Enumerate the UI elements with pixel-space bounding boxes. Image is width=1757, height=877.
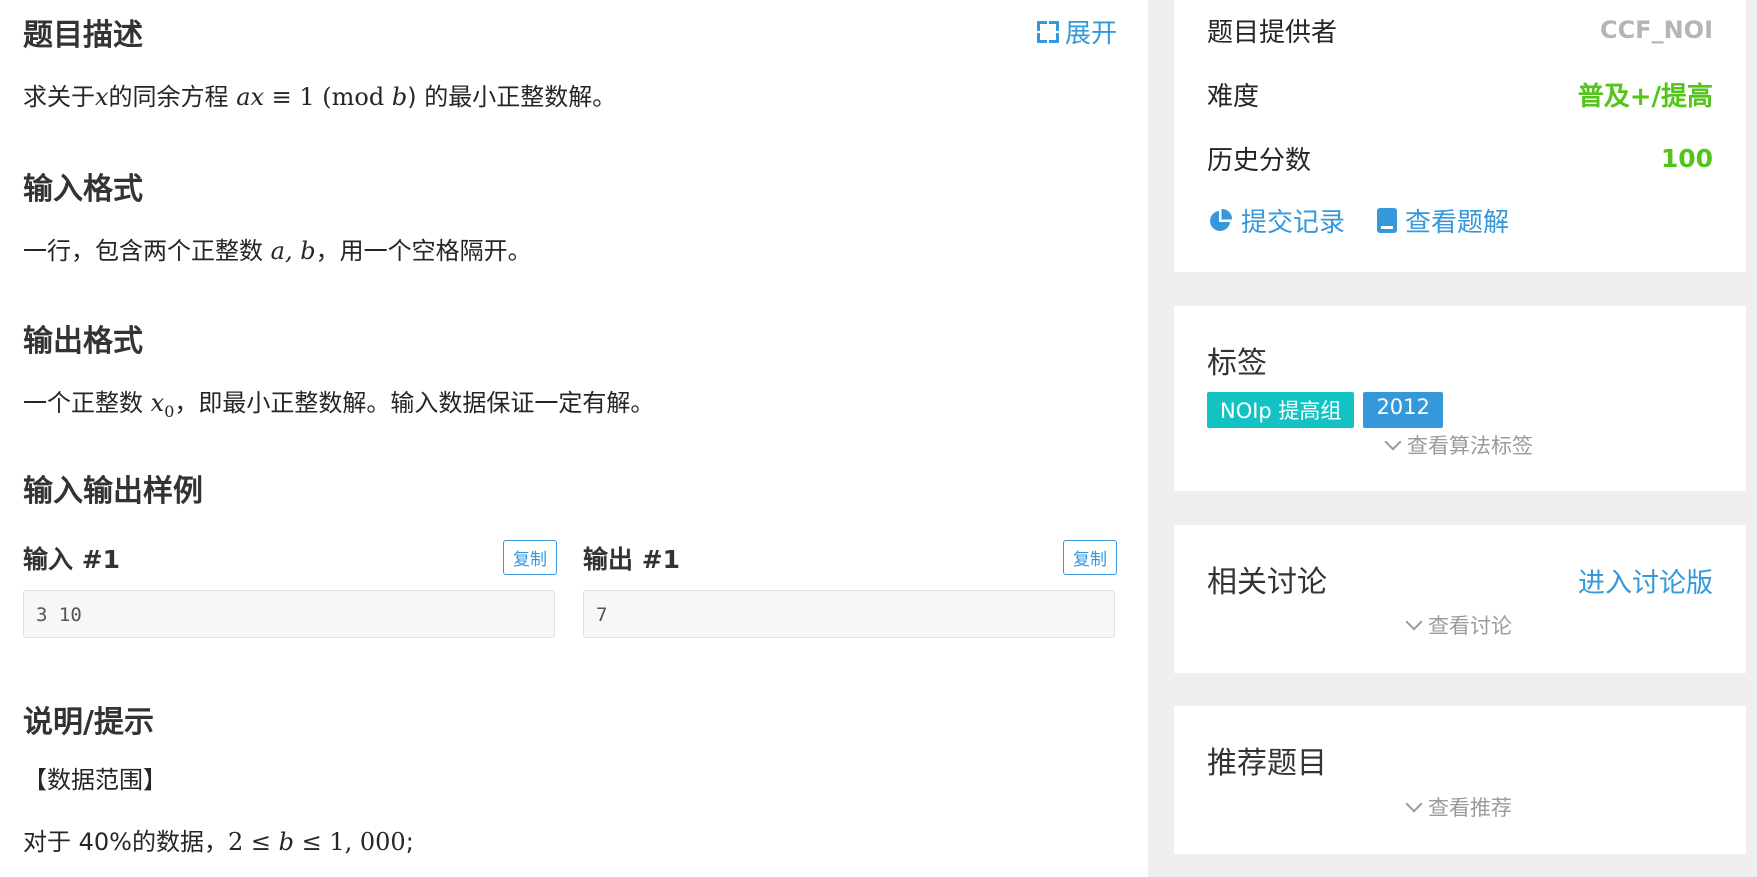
difficulty-value: 普及+/提高 <box>1577 81 1713 112</box>
discussion-card: 相关讨论 进入讨论版 查看讨论 <box>1174 525 1746 673</box>
hint-range: 【数据范围】 <box>23 766 167 794</box>
description-text-part: 求关于 <box>23 83 95 111</box>
samples-heading: 输入输出样例 <box>23 474 203 509</box>
output-format-text: 一个正整数 x0，即最小正整数解。输入数据保证一定有解。 <box>23 383 654 421</box>
hint-text-part: 对于 40%的数据， <box>23 828 228 856</box>
copy-input-button[interactable]: 复制 <box>503 540 557 575</box>
submissions-link-label: 提交记录 <box>1241 208 1346 238</box>
tag-noip[interactable]: NOIp 提高组 <box>1207 392 1355 428</box>
math-subscript: 0 <box>164 401 175 421</box>
math-expr: ≤ 1, 000 <box>294 828 406 856</box>
math-expr: ax <box>236 83 265 111</box>
hint-text-part: ; <box>405 828 414 856</box>
output-text-part: ，即最小正整数解。输入数据保证一定有解。 <box>174 389 655 417</box>
tags-title: 标签 <box>1207 346 1267 381</box>
tag-year[interactable]: 2012 <box>1363 392 1443 428</box>
book-icon <box>1377 208 1398 233</box>
math-var: x <box>150 389 165 417</box>
problem-info-card: 题目提供者 CCF_NOI 难度 普及+/提高 历史分数 100 提交记录 查看… <box>1174 0 1746 272</box>
info-links: 提交记录 查看题解 <box>1207 202 1509 239</box>
discussion-title: 相关讨论 <box>1207 565 1327 600</box>
description-heading: 题目描述 <box>23 18 143 53</box>
chevron-down-icon <box>1384 433 1402 451</box>
hint-line: 对于 40%的数据，2 ≤ b ≤ 1, 000; <box>23 822 414 857</box>
solutions-link-label: 查看题解 <box>1405 208 1510 238</box>
provider-label: 题目提供者 <box>1207 17 1338 48</box>
view-recommend[interactable]: 查看推荐 <box>1174 792 1746 822</box>
sample-input-box[interactable]: 3 10 <box>23 590 555 638</box>
input-format-text: 一行，包含两个正整数 a, b，用一个空格隔开。 <box>23 231 532 266</box>
sample-output-box[interactable]: 7 <box>583 590 1115 638</box>
view-recommend-label: 查看推荐 <box>1428 796 1512 820</box>
score-row: 历史分数 100 <box>1207 140 1713 176</box>
math-expr: ≡ 1 (mod <box>264 83 392 111</box>
math-var: a, b <box>270 237 316 265</box>
input-text-part: ，用一个空格隔开。 <box>315 237 532 265</box>
pie-chart-icon <box>1210 208 1233 231</box>
expand-button[interactable]: 展开 <box>1036 13 1117 50</box>
math-var: b <box>391 83 408 111</box>
tags-card: 标签 NOIp 提高组 2012 查看算法标签 <box>1174 306 1746 491</box>
view-discussion[interactable]: 查看讨论 <box>1174 610 1746 640</box>
view-algorithm-tags-label: 查看算法标签 <box>1407 434 1533 458</box>
description-text-part: ) 的最小正整数解。 <box>407 83 617 111</box>
output-text-part: 一个正整数 <box>23 389 151 417</box>
provider-value[interactable]: CCF_NOI <box>1600 16 1713 44</box>
input-format-heading: 输入格式 <box>23 172 143 207</box>
difficulty-row: 难度 普及+/提高 <box>1207 76 1713 112</box>
sample-output: 输出 #1 复制 7 <box>583 540 1117 638</box>
tag-list: NOIp 提高组 2012 <box>1207 392 1443 428</box>
view-discussion-label: 查看讨论 <box>1428 614 1512 638</box>
recommend-card: 推荐题目 查看推荐 <box>1174 706 1746 854</box>
math-var: b <box>278 828 294 856</box>
solutions-link[interactable]: 查看题解 <box>1377 202 1509 239</box>
score-value: 100 <box>1660 143 1713 173</box>
hint-heading: 说明/提示 <box>23 705 154 740</box>
sample-output-label: 输出 #1 <box>583 545 681 574</box>
description-text: 求关于x的同余方程 ax ≡ 1 (mod b) 的最小正整数解。 <box>23 77 616 112</box>
description-text-part: 的同余方程 <box>108 83 237 111</box>
score-label: 历史分数 <box>1207 145 1312 176</box>
expand-icon <box>1036 20 1059 43</box>
math-var: x <box>95 83 109 111</box>
recommend-title: 推荐题目 <box>1207 746 1327 781</box>
math-expr: 2 ≤ <box>227 828 279 856</box>
input-text-part: 一行，包含两个正整数 <box>23 237 271 265</box>
view-algorithm-tags[interactable]: 查看算法标签 <box>1174 430 1746 460</box>
chevron-down-icon <box>1405 795 1423 813</box>
sample-input: 输入 #1 复制 3 10 <box>23 540 557 638</box>
chevron-down-icon <box>1405 613 1423 631</box>
problem-main-panel: 题目描述 展开 求关于x的同余方程 ax ≡ 1 (mod b) 的最小正整数解… <box>0 0 1148 877</box>
enter-forum-link[interactable]: 进入讨论版 <box>1578 561 1713 600</box>
expand-label: 展开 <box>1064 19 1117 49</box>
provider-row: 题目提供者 CCF_NOI <box>1207 12 1713 48</box>
difficulty-label: 难度 <box>1207 81 1260 112</box>
sample-input-label: 输入 #1 <box>23 545 121 574</box>
output-format-heading: 输出格式 <box>23 324 143 359</box>
submissions-link[interactable]: 提交记录 <box>1207 202 1345 239</box>
copy-output-button[interactable]: 复制 <box>1063 540 1117 575</box>
